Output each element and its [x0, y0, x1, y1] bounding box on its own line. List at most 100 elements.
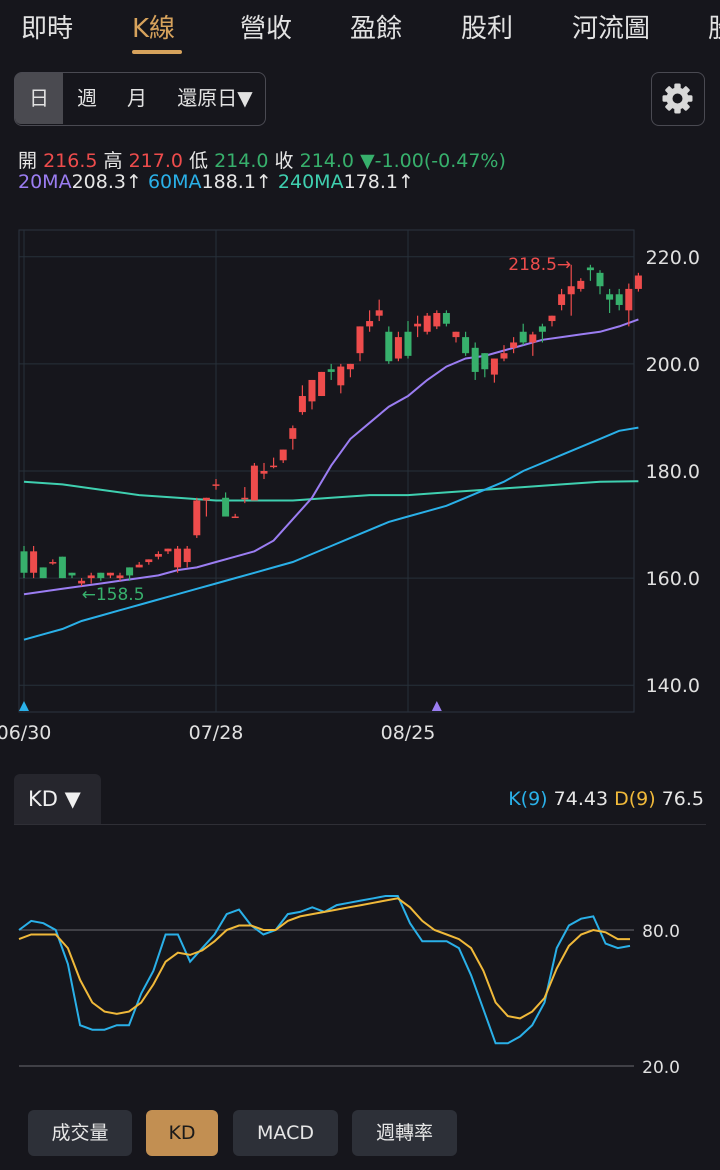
volume-button[interactable]: 成交量	[28, 1110, 132, 1156]
tab-revenue[interactable]: 營收	[240, 8, 292, 45]
candle-body	[250, 465, 258, 501]
candle-body	[270, 465, 278, 468]
ma60-label: 60MA	[147, 171, 202, 193]
candle-body	[135, 564, 143, 568]
candle-body	[558, 294, 566, 305]
candle-body	[385, 331, 393, 362]
d-label: D(9)	[614, 788, 656, 810]
candle-body	[78, 580, 86, 584]
candle-body	[471, 347, 479, 372]
candle-body	[183, 548, 191, 563]
candle-body	[87, 575, 95, 579]
event-marker	[19, 701, 29, 711]
ma60-line	[23, 426, 639, 641]
active-tab-underline	[132, 50, 182, 54]
tab-river-chart[interactable]: 河流圖	[572, 8, 650, 45]
candle-body	[375, 310, 383, 316]
kd-button[interactable]: KD	[146, 1110, 218, 1156]
y-tick-label: 200.0	[646, 354, 700, 376]
x-tick-label: 06/30	[0, 722, 51, 744]
indicator-selector[interactable]: KD ▼	[14, 774, 101, 824]
candle-body	[106, 572, 114, 576]
candle-body	[423, 315, 431, 332]
y-tick-label: 180.0	[646, 461, 700, 483]
macd-button[interactable]: MACD	[233, 1110, 338, 1156]
y-tick-label: 160.0	[646, 568, 700, 590]
price-change: ▼-1.00(-0.47%)	[360, 150, 506, 172]
high-value: 217.0	[128, 150, 183, 172]
tab-earnings[interactable]: 盈餘	[350, 8, 402, 45]
high-label: 高	[103, 150, 123, 172]
candle-body	[126, 567, 134, 576]
kd-y-tick-label: 20.0	[642, 1058, 680, 1078]
candle-body	[308, 379, 316, 402]
close-value: 214.0	[299, 150, 355, 172]
open-value: 216.5	[43, 150, 98, 172]
ma240-value: 178.1↑	[343, 171, 414, 193]
kd-y-tick-label: 80.0	[642, 922, 680, 942]
candle-body	[519, 331, 527, 343]
candle-body	[241, 497, 249, 500]
y-tick-label: 220.0	[646, 247, 700, 269]
tab-more[interactable]: 股	[708, 8, 720, 45]
candle-body	[529, 334, 537, 343]
candle-body	[327, 369, 335, 372]
period-month[interactable]: 月	[117, 73, 157, 124]
k-label: K(9)	[508, 788, 548, 810]
candle-body	[49, 562, 57, 564]
tab-realtime[interactable]: 即時	[21, 8, 73, 45]
kd-legend: K(9) 74.43 D(9) 76.5	[508, 788, 704, 810]
candle-body	[30, 551, 38, 573]
candle-body	[20, 551, 28, 573]
period-week[interactable]: 週	[67, 73, 107, 124]
candle-body	[154, 554, 162, 557]
candle-body	[452, 331, 460, 338]
candle-body	[567, 286, 575, 295]
period-selector: 日 週 月 還原日▼	[14, 72, 266, 126]
period-day[interactable]: 日	[15, 73, 63, 124]
kd-chart[interactable]: 80.0 20.0	[0, 860, 720, 1090]
candle-body	[279, 449, 287, 461]
candle-body	[337, 366, 345, 386]
top-tab-bar: 即時 K線 營收 盈餘 股利 河流圖 股	[0, 0, 720, 60]
candle-body	[596, 272, 604, 287]
candle-body	[116, 575, 124, 579]
tab-kline[interactable]: K線	[132, 8, 175, 45]
candle-body	[577, 280, 585, 289]
candle-body	[164, 548, 172, 552]
k-value: 74.43	[553, 788, 609, 810]
candle-body	[356, 326, 364, 354]
candle-body	[222, 497, 230, 517]
x-tick-label: 08/25	[381, 722, 436, 744]
candle-body	[145, 559, 153, 563]
candle-body	[68, 572, 76, 576]
candle-body	[318, 371, 326, 397]
candle-body	[193, 500, 201, 536]
candle-body	[58, 556, 66, 579]
y-tick-label: 140.0	[646, 675, 700, 697]
candle-body	[462, 337, 470, 354]
price-annotation: ←158.5	[82, 585, 145, 605]
candlestick-chart[interactable]: 220.0 200.0 180.0 160.0 140.0 06/30 07/28 08/25…	[0, 220, 720, 760]
candle-body	[346, 363, 354, 370]
candle-body	[394, 337, 402, 359]
candle-body	[260, 471, 268, 474]
candle-body	[625, 288, 633, 311]
period-adjusted-day[interactable]: 還原日▼	[169, 73, 261, 124]
settings-button[interactable]	[651, 72, 705, 126]
candle-body	[500, 353, 508, 359]
open-label: 開	[18, 150, 38, 172]
candle-body	[615, 294, 623, 305]
k-line	[18, 895, 631, 1045]
d-value: 76.5	[661, 788, 704, 810]
turnover-button[interactable]: 週轉率	[352, 1110, 457, 1156]
ma20-line	[23, 318, 639, 596]
candle-body	[202, 497, 210, 501]
low-value: 214.0	[214, 150, 269, 172]
indicator-divider	[14, 824, 706, 825]
ma20-label: 20MA	[18, 171, 72, 193]
candle-body	[510, 342, 518, 348]
tab-dividend[interactable]: 股利	[461, 8, 513, 45]
candle-body	[606, 294, 614, 300]
gear-icon	[662, 83, 693, 114]
